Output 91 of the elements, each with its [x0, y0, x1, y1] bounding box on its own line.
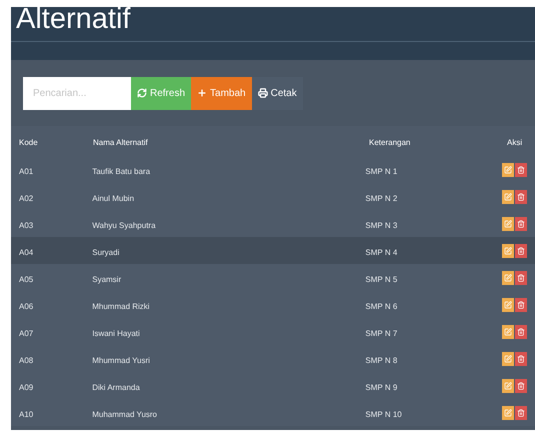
add-button[interactable]: Tambah [191, 76, 252, 110]
table-cell: A07 [19, 328, 34, 338]
column-header: Aksi [507, 138, 522, 147]
table-cell: A10 [19, 410, 34, 418]
delete-button[interactable] [515, 244, 527, 258]
refresh-icon [137, 88, 147, 98]
edit-button[interactable] [502, 270, 514, 284]
plus-icon [197, 88, 208, 98]
trash-icon [517, 328, 525, 336]
table-cell: A02 [19, 194, 34, 202]
column-header: Nama Alternatif [93, 138, 148, 147]
column-header: Kode [19, 138, 38, 147]
trash-icon [517, 300, 525, 308]
table-cell: Mhummad Yusri [92, 356, 150, 364]
table-row[interactable]: A04 Suryadi SMP N 4 [11, 237, 535, 264]
trash-icon [517, 192, 525, 200]
table-cell: Taufik Batu bara [92, 166, 150, 176]
table-cell: SMP N 6 [365, 302, 398, 310]
table-cell: Muhammad Yusro [92, 410, 158, 418]
delete-button[interactable] [515, 216, 527, 230]
edit-button[interactable] [502, 244, 514, 258]
trash-icon [517, 382, 525, 390]
table-row[interactable]: A03 Wahyu Syahputra SMP N 3 [11, 210, 535, 237]
edit-icon [504, 246, 512, 254]
table-cell: SMP N 3 [365, 220, 398, 230]
table-cell: Mhummad Rizki [92, 302, 150, 310]
edit-button[interactable] [502, 298, 514, 312]
trash-icon [517, 166, 525, 174]
delete-button[interactable] [515, 298, 527, 312]
edit-button[interactable] [502, 406, 514, 420]
table-cell: A04 [19, 248, 34, 256]
table-cell: SMP N 5 [365, 274, 398, 284]
edit-button[interactable] [502, 190, 514, 204]
table-cell: SMP N 10 [365, 410, 402, 418]
edit-button[interactable] [502, 324, 514, 338]
table-cell: A08 [19, 356, 34, 364]
edit-icon [504, 382, 512, 390]
table-cell: Suryadi [92, 248, 120, 256]
table-cell: SMP N 2 [365, 194, 398, 202]
edit-button[interactable] [502, 162, 514, 176]
table-row[interactable]: A05 Syamsir SMP N 5 [11, 264, 535, 291]
edit-icon [504, 328, 512, 336]
trash-icon [517, 274, 525, 282]
table-cell: A03 [19, 220, 34, 230]
edit-icon [504, 408, 512, 416]
delete-button[interactable] [515, 162, 527, 176]
table-row[interactable]: A01 Taufik Batu bara SMP N 1 [11, 156, 535, 183]
delete-button[interactable] [515, 324, 527, 338]
table-cell: Syamsir [92, 274, 122, 284]
printer-icon [258, 88, 268, 98]
edit-icon [504, 166, 512, 174]
table-row[interactable]: A06 Mhummad Rizki SMP N 6 [11, 291, 535, 318]
table-row[interactable]: A10 Muhammad Yusro SMP N 10 [11, 399, 535, 426]
table-cell: Diki Armanda [92, 382, 140, 392]
trash-icon [517, 220, 525, 228]
table-cell: SMP N 1 [365, 166, 398, 176]
table-cell: SMP N 9 [365, 382, 398, 392]
edit-icon [504, 354, 512, 362]
table-cell: Wahyu Syahputra [92, 220, 156, 230]
table-cell: Ainul Mubin [92, 194, 134, 202]
delete-button[interactable] [515, 352, 527, 366]
trash-icon [517, 246, 525, 254]
table-row[interactable]: A02 Ainul Mubin SMP N 2 [11, 183, 535, 210]
edit-button[interactable] [502, 352, 514, 366]
edit-icon [504, 220, 512, 228]
delete-button[interactable] [515, 190, 527, 204]
table-row[interactable]: A07 Iswani Hayati SMP N 7 [11, 318, 535, 345]
table-cell: A06 [19, 302, 34, 310]
page-title: Alternatif [16, 3, 132, 35]
delete-button[interactable] [515, 406, 527, 420]
table-cell: A01 [19, 166, 34, 176]
table-cell: Iswani Hayati [92, 328, 140, 338]
edit-button[interactable] [502, 378, 514, 392]
delete-button[interactable] [515, 270, 527, 284]
column-header: Keterangan [369, 138, 410, 147]
table-cell: A09 [19, 382, 34, 392]
trash-icon [517, 354, 525, 362]
table-cell: SMP N 4 [365, 248, 398, 256]
edit-button[interactable] [502, 216, 514, 230]
search-field[interactable]: Pencarian... [23, 76, 131, 110]
edit-icon [504, 274, 512, 282]
table-cell: A05 [19, 274, 34, 284]
table-row[interactable]: A09 Diki Armanda SMP N 9 [11, 372, 535, 399]
edit-icon [504, 192, 512, 200]
trash-icon [517, 408, 525, 416]
table-cell: SMP N 8 [365, 356, 398, 364]
print-button[interactable]: Cetak [252, 76, 303, 110]
edit-icon [504, 300, 512, 308]
table-row[interactable]: A08 Mhummad Yusri SMP N 8 [11, 345, 535, 372]
table-cell: SMP N 7 [365, 328, 398, 338]
delete-button[interactable] [515, 378, 527, 392]
